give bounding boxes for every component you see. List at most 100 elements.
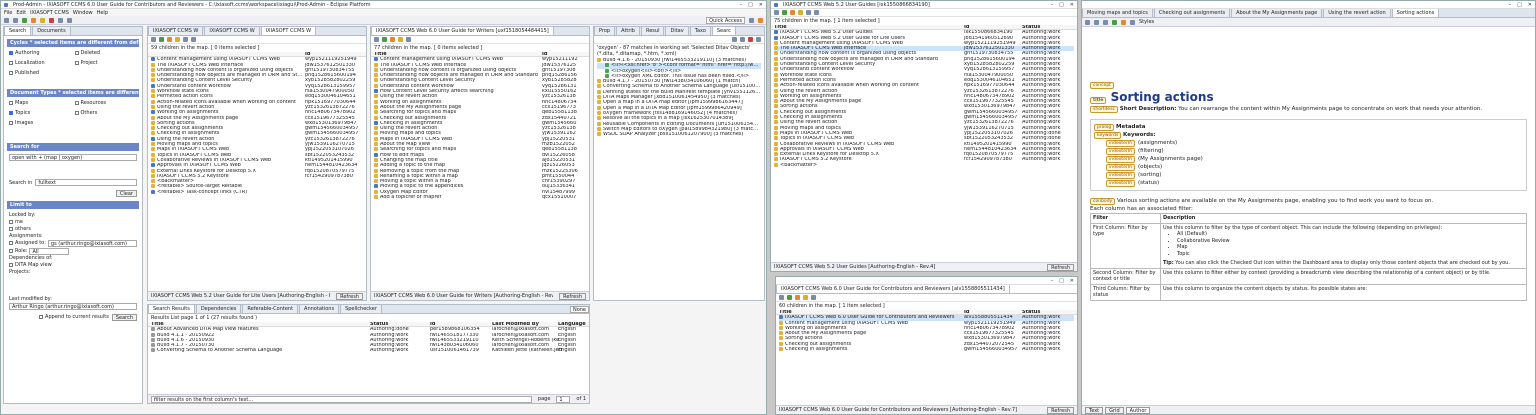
up-icon[interactable]: [183, 37, 188, 42]
cycle-published[interactable]: Published: [9, 70, 72, 76]
table-row[interactable]: Converting Schema to Another Schema Lang…: [151, 348, 586, 353]
refresh-icon[interactable]: [22, 17, 27, 23]
close-icon[interactable]: ✕: [1528, 2, 1532, 8]
tab-moving-maps[interactable]: Moving maps and topics: [1082, 9, 1153, 17]
filter-table[interactable]: Filter Description First Column: Filter …: [1090, 213, 1527, 301]
down-icon[interactable]: [191, 37, 196, 42]
refresh-button[interactable]: Refresh: [336, 292, 363, 300]
table-row[interactable]: <reltable> Task-concept links (CTR): [151, 189, 363, 195]
last-modified-select[interactable]: Arthur Ringo (arthur.ringo@ixiasoft.com): [9, 303, 137, 310]
maximize-icon[interactable]: □: [1517, 2, 1522, 8]
link-icon[interactable]: [1121, 19, 1126, 25]
close-icon[interactable]: ✕: [1070, 278, 1074, 284]
tab-annotations[interactable]: Annotations: [299, 305, 340, 313]
tab-attrib[interactable]: Attrib: [616, 27, 640, 35]
keyword-item[interactable]: indexterm (My Assignments page): [1106, 155, 1523, 163]
add-icon[interactable]: [787, 295, 792, 300]
cycles-header[interactable]: Cycles * selected items are different fr…: [7, 39, 142, 47]
arrow-right-icon[interactable]: [67, 17, 72, 23]
tab-map-3[interactable]: IXIASOFT CCMS W: [260, 27, 317, 35]
collapse-icon[interactable]: [756, 37, 761, 42]
cycle-localization[interactable]: Localization: [9, 60, 72, 66]
search-for-header[interactable]: Search for: [7, 143, 139, 151]
mode-text-tab[interactable]: Text: [1085, 406, 1104, 414]
match-item[interactable]: WSDL SOAP Analyzer [bsx1510061207900] (3…: [597, 132, 761, 137]
remove-match-icon[interactable]: [748, 37, 753, 42]
clear-button[interactable]: Clear: [115, 190, 137, 197]
next-match-icon[interactable]: [732, 37, 737, 42]
tab-search[interactable]: Search: [4, 27, 32, 35]
close-icon[interactable]: ✕: [759, 2, 763, 8]
checkout-icon[interactable]: [795, 295, 800, 300]
search-button[interactable]: Search: [111, 314, 137, 321]
assigned-to-checkbox[interactable]: Assigned to:: [9, 240, 46, 247]
save-icon[interactable]: [13, 17, 18, 23]
tab-taxo[interactable]: Taxo: [689, 27, 711, 35]
prev-match-icon[interactable]: [740, 37, 745, 42]
lock-icon[interactable]: [175, 37, 180, 42]
doctype-resources[interactable]: Resources: [74, 100, 138, 106]
add-icon[interactable]: [782, 10, 787, 15]
close-icon[interactable]: ✕: [1070, 2, 1074, 8]
doctype-maps[interactable]: Maps: [9, 100, 72, 106]
locked-by-others[interactable]: others: [9, 226, 137, 233]
role-select[interactable]: All: [29, 248, 70, 255]
tab-spellchecker[interactable]: Spellchecker: [340, 305, 382, 313]
limit-to-header[interactable]: Limit to: [7, 201, 139, 209]
keyword-item[interactable]: indexterm (sorting): [1106, 171, 1523, 179]
keyword-item[interactable]: indexterm (objects): [1106, 163, 1523, 171]
mode-grid-tab[interactable]: Grid: [1105, 406, 1124, 414]
table-row[interactable]: Third Column: Filter by status Use this …: [1090, 283, 1527, 301]
table-row[interactable]: <backmatter>: [774, 162, 1074, 168]
tab-map-1[interactable]: IXIASOFT CCMS W: [148, 27, 204, 35]
lock-icon[interactable]: [803, 295, 808, 300]
page-input[interactable]: 1: [556, 395, 571, 403]
checkout-icon[interactable]: [31, 17, 36, 23]
locked-by-me[interactable]: me: [9, 219, 137, 226]
checkout-icon[interactable]: [390, 37, 395, 42]
each-column-paragraph[interactable]: Each column has an associated filter:: [1090, 205, 1527, 213]
styles-label[interactable]: Styles: [1139, 19, 1154, 25]
expand-icon[interactable]: [774, 10, 779, 15]
doctype-others[interactable]: Others: [74, 110, 138, 116]
bold-icon[interactable]: [1085, 19, 1090, 25]
cycle-authoring[interactable]: Authoring: [9, 50, 72, 56]
topic-title[interactable]: title Sorting actions: [1090, 89, 1527, 105]
tab-prop[interactable]: Prop: [594, 27, 616, 35]
underline-icon[interactable]: [1103, 19, 1108, 25]
tab-ditav[interactable]: Ditav: [665, 27, 689, 35]
tip-note[interactable]: Tip: You can also click the Checked Out …: [1163, 260, 1524, 267]
add-icon[interactable]: [382, 37, 387, 42]
tab-revert-action[interactable]: Using the revert action: [1323, 9, 1391, 17]
up-icon[interactable]: [806, 10, 811, 15]
menu-ixiasoft-ccms[interactable]: IXIASOFT CCMS: [30, 10, 69, 16]
search-query-input[interactable]: open with + (map | oxygen): [9, 154, 137, 161]
up-icon[interactable]: [811, 295, 816, 300]
my-assignments-link-2[interactable]: My Assignments page: [1238, 198, 1298, 204]
menu-file[interactable]: File: [4, 10, 12, 16]
table-row[interactable]: Checking in assignments gwm1545660034957 A…: [779, 347, 1074, 352]
results-filter-select[interactable]: None: [569, 306, 589, 313]
tab-documents[interactable]: Documents: [32, 27, 71, 35]
checkout-icon[interactable]: [167, 37, 172, 42]
lock-icon[interactable]: [398, 37, 403, 42]
insert-icon[interactable]: [1112, 19, 1117, 25]
doctype-topics[interactable]: Topics: [9, 110, 72, 116]
dita-map-view-option[interactable]: DITA Map view: [9, 262, 137, 269]
tab-map-2[interactable]: IXIASOFT CCMS W: [204, 27, 260, 35]
body-paragraph[interactable]: conbody Various sorting actions are avai…: [1090, 197, 1527, 205]
type-list-item[interactable]: Topic: [1177, 251, 1524, 258]
maximize-icon[interactable]: □: [1059, 278, 1064, 284]
results-filter-input[interactable]: filter results on the first column's tex…: [151, 395, 532, 403]
up-icon[interactable]: [406, 37, 411, 42]
tab-checking-out[interactable]: Checking out assignments: [1153, 9, 1231, 17]
contrib-window-title[interactable]: IXIASOFT CCMS Web 6.0 User Guide for Con…: [776, 285, 1010, 293]
keyword-item[interactable]: indexterm (assignments): [1106, 139, 1523, 147]
cycle-project[interactable]: Project: [74, 60, 138, 66]
table-row[interactable]: Add a topicref or mapref qcx15510007: [374, 195, 586, 200]
table-row[interactable]: First Column: Filter by type Use this co…: [1090, 222, 1527, 269]
lock-icon[interactable]: [798, 10, 803, 15]
tab-writers-guide[interactable]: IXIASOFT CCMS Web 6.0 User Guide for Wri…: [371, 27, 554, 35]
minimize-icon[interactable]: –: [1051, 278, 1054, 284]
doctype-images[interactable]: Images: [9, 120, 72, 126]
